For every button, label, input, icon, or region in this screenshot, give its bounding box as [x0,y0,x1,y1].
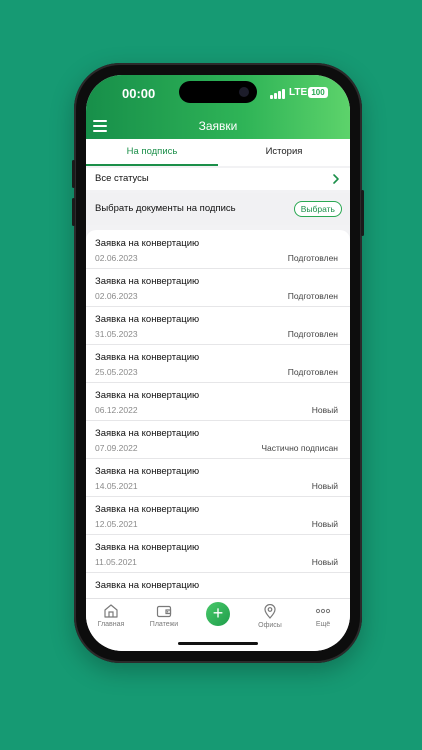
request-date: 12.05.2021 [95,519,138,529]
status-bar: 00:00 LTE 100 [86,75,350,115]
add-button[interactable]: + [206,602,230,626]
request-title: Заявка на конвертацию [95,276,200,287]
tab-to-sign[interactable]: На подпись [86,139,218,166]
request-status: Подготовлен [287,291,338,301]
side-button [72,198,75,226]
list-item[interactable]: Заявка на конвертацию 14.05.2021 Новый [86,458,350,497]
request-title: Заявка на конвертацию [95,466,200,477]
page-title: Заявки [198,119,238,133]
signal-icon [270,89,285,99]
battery-icon: 100 [308,87,328,98]
request-title: Заявка на конвертацию [95,314,200,325]
request-date: 07.09.2022 [95,443,138,453]
request-title: Заявка на конвертацию [95,542,200,553]
list-item[interactable]: Заявка на конвертацию 07.09.2022 Частичн… [86,420,350,459]
home-indicator [178,642,258,645]
dynamic-island [179,81,257,103]
list-item[interactable]: Заявка на конвертацию 31.05.2023 Подгото… [86,306,350,345]
requests-list: Заявка на конвертацию 02.06.2023 Подгото… [86,230,350,601]
request-date: 06.12.2022 [95,405,138,415]
status-filter-label: Все статусы [95,173,149,184]
request-status: Новый [311,405,338,415]
nav-more[interactable]: Ещё [301,604,345,628]
list-item[interactable]: Заявка на конвертацию 02.06.2023 Подгото… [86,268,350,307]
request-title: Заявка на конвертацию [95,390,200,401]
app-screen: 00:00 LTE 100 Заявки На подпись История … [86,75,350,651]
nav-payments-label: Платежи [149,621,179,628]
request-status: Подготовлен [287,253,338,263]
list-item[interactable]: Заявка на конвертацию [86,572,350,601]
app-bar: Заявки [86,115,350,139]
request-date: 14.05.2021 [95,481,138,491]
nav-payments[interactable]: Платежи [142,604,186,628]
tabs: На подпись История [86,139,350,166]
status-filter[interactable]: Все статусы [86,168,350,190]
nav-offices-label: Офисы [258,622,282,629]
request-title: Заявка на конвертацию [95,428,200,439]
tab-history[interactable]: История [218,139,350,166]
request-title: Заявка на конвертацию [95,504,200,515]
nav-offices[interactable]: Офисы [248,604,292,629]
network-type: LTE [289,87,308,98]
list-item[interactable]: Заявка на конвертацию 11.05.2021 Новый [86,534,350,573]
camera-icon [239,87,249,97]
request-status: Подготовлен [287,329,338,339]
request-date: 02.06.2023 [95,291,138,301]
request-status: Подготовлен [287,367,338,377]
list-item[interactable]: Заявка на конвертацию 06.12.2022 Новый [86,382,350,421]
request-date: 31.05.2023 [95,329,138,339]
nav-more-label: Ещё [315,621,331,628]
side-button [72,160,75,188]
chevron-right-icon [333,174,339,184]
location-pin-icon [264,604,276,619]
select-documents-row: Выбрать документы на подпись Выбрать [86,193,350,225]
request-date: 02.06.2023 [95,253,138,263]
nav-home[interactable]: Главная [89,604,133,628]
list-item[interactable]: Заявка на конвертацию 12.05.2021 Новый [86,496,350,535]
select-button[interactable]: Выбрать [293,201,342,217]
list-item[interactable]: Заявка на конвертацию 25.05.2023 Подгото… [86,344,350,383]
request-title: Заявка на конвертацию [95,238,200,249]
side-button [361,190,364,236]
request-title: Заявка на конвертацию [95,352,200,363]
request-status: Частично подписан [261,443,338,453]
list-item[interactable]: Заявка на конвертацию 02.06.2023 Подгото… [86,230,350,269]
request-title: Заявка на конвертацию [95,580,200,591]
status-time: 00:00 [122,86,156,101]
request-status: Новый [311,481,338,491]
nav-home-label: Главная [97,621,125,628]
request-date: 11.05.2021 [95,557,137,567]
request-status: Новый [311,519,338,529]
wallet-icon [156,605,172,618]
select-documents-label: Выбрать документы на подпись [95,203,236,214]
more-dots-icon [315,608,331,614]
request-status: Новый [311,557,338,567]
home-icon [104,604,118,618]
request-date: 25.05.2023 [95,367,138,377]
